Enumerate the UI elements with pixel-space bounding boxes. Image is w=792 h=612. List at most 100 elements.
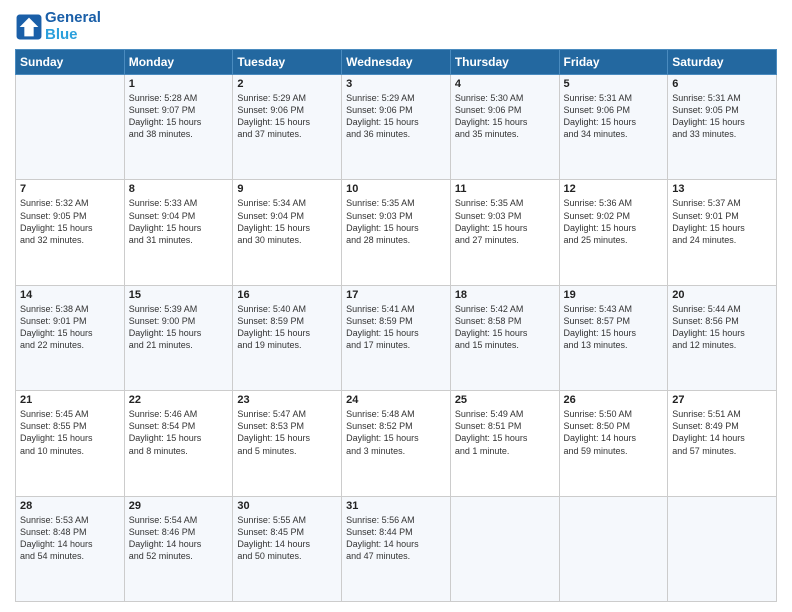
cell-text: Sunrise: 5:53 AM Sunset: 8:48 PM Dayligh… (20, 514, 120, 563)
calendar-cell: 7 Sunrise: 5:32 AM Sunset: 9:05 PM Daylig… (16, 180, 125, 285)
calendar-cell: 18 Sunrise: 5:42 AM Sunset: 8:58 PM Dayli… (450, 285, 559, 390)
cell-text: Sunrise: 5:51 AM Sunset: 8:49 PM Dayligh… (672, 408, 772, 457)
calendar-cell: 9 Sunrise: 5:34 AM Sunset: 9:04 PM Daylig… (233, 180, 342, 285)
day-number: 26 (564, 394, 664, 406)
calendar-cell: 8 Sunrise: 5:33 AM Sunset: 9:04 PM Daylig… (124, 180, 233, 285)
day-number: 4 (455, 78, 555, 90)
calendar-cell: 27 Sunrise: 5:51 AM Sunset: 8:49 PM Dayli… (668, 391, 777, 496)
cell-text: Sunrise: 5:40 AM Sunset: 8:59 PM Dayligh… (237, 303, 337, 352)
calendar-cell: 10 Sunrise: 5:35 AM Sunset: 9:03 PM Dayli… (342, 180, 451, 285)
calendar-cell: 25 Sunrise: 5:49 AM Sunset: 8:51 PM Dayli… (450, 391, 559, 496)
cell-text: Sunrise: 5:45 AM Sunset: 8:55 PM Dayligh… (20, 408, 120, 457)
calendar-cell: 31 Sunrise: 5:56 AM Sunset: 8:44 PM Dayli… (342, 496, 451, 601)
day-number: 20 (672, 289, 772, 301)
day-header-thursday: Thursday (450, 50, 559, 75)
calendar-cell (450, 496, 559, 601)
day-number: 11 (455, 183, 555, 195)
calendar-cell (668, 496, 777, 601)
calendar-cell (559, 496, 668, 601)
day-number: 31 (346, 500, 446, 512)
header: General Blue (15, 10, 777, 43)
day-header-wednesday: Wednesday (342, 50, 451, 75)
cell-text: Sunrise: 5:37 AM Sunset: 9:01 PM Dayligh… (672, 197, 772, 246)
cell-text: Sunrise: 5:39 AM Sunset: 9:00 PM Dayligh… (129, 303, 229, 352)
cell-text: Sunrise: 5:30 AM Sunset: 9:06 PM Dayligh… (455, 92, 555, 141)
cell-text: Sunrise: 5:42 AM Sunset: 8:58 PM Dayligh… (455, 303, 555, 352)
day-header-tuesday: Tuesday (233, 50, 342, 75)
day-number: 16 (237, 289, 337, 301)
day-number: 12 (564, 183, 664, 195)
day-number: 18 (455, 289, 555, 301)
day-number: 30 (237, 500, 337, 512)
calendar-cell: 29Sunrise: 5:54 AM Sunset: 8:46 PM Dayli… (124, 496, 233, 601)
day-number: 8 (129, 183, 229, 195)
calendar-cell: 24 Sunrise: 5:48 AM Sunset: 8:52 PM Dayli… (342, 391, 451, 496)
day-number: 22 (129, 394, 229, 406)
day-number: 23 (237, 394, 337, 406)
calendar-cell: 5 Sunrise: 5:31 AM Sunset: 9:06 PM Daylig… (559, 75, 668, 180)
calendar-cell (16, 75, 125, 180)
cell-text: Sunrise: 5:35 AM Sunset: 9:03 PM Dayligh… (346, 197, 446, 246)
calendar-cell: 22Sunrise: 5:46 AM Sunset: 8:54 PM Dayli… (124, 391, 233, 496)
calendar-header-row: SundayMondayTuesdayWednesdayThursdayFrid… (16, 50, 777, 75)
day-number: 28 (20, 500, 120, 512)
calendar-cell: 1Sunrise: 5:28 AM Sunset: 9:07 PM Daylig… (124, 75, 233, 180)
calendar-week-1: 1Sunrise: 5:28 AM Sunset: 9:07 PM Daylig… (16, 75, 777, 180)
day-number: 25 (455, 394, 555, 406)
cell-text: Sunrise: 5:54 AM Sunset: 8:46 PM Dayligh… (129, 514, 229, 563)
logo-text: General Blue (45, 10, 101, 43)
day-number: 24 (346, 394, 446, 406)
calendar-cell: 15 Sunrise: 5:39 AM Sunset: 9:00 PM Dayli… (124, 285, 233, 390)
cell-text: Sunrise: 5:32 AM Sunset: 9:05 PM Dayligh… (20, 197, 120, 246)
day-number: 17 (346, 289, 446, 301)
day-number: 10 (346, 183, 446, 195)
day-header-sunday: Sunday (16, 50, 125, 75)
calendar-cell: 28 Sunrise: 5:53 AM Sunset: 8:48 PM Dayli… (16, 496, 125, 601)
calendar-cell: 17 Sunrise: 5:41 AM Sunset: 8:59 PM Dayli… (342, 285, 451, 390)
cell-text: Sunrise: 5:36 AM Sunset: 9:02 PM Dayligh… (564, 197, 664, 246)
logo: General Blue (15, 10, 101, 43)
cell-text: Sunrise: 5:31 AM Sunset: 9:05 PM Dayligh… (672, 92, 772, 141)
calendar-week-5: 28 Sunrise: 5:53 AM Sunset: 8:48 PM Dayli… (16, 496, 777, 601)
cell-text: Sunrise: 5:35 AM Sunset: 9:03 PM Dayligh… (455, 197, 555, 246)
cell-text: Sunrise: 5:47 AM Sunset: 8:53 PM Dayligh… (237, 408, 337, 457)
cell-text: Sunrise: 5:56 AM Sunset: 8:44 PM Dayligh… (346, 514, 446, 563)
cell-text: Sunrise: 5:44 AM Sunset: 8:56 PM Dayligh… (672, 303, 772, 352)
day-number: 15 (129, 289, 229, 301)
day-number: 6 (672, 78, 772, 90)
day-number: 13 (672, 183, 772, 195)
calendar-cell: 11 Sunrise: 5:35 AM Sunset: 9:03 PM Dayli… (450, 180, 559, 285)
calendar-cell: 13 Sunrise: 5:37 AM Sunset: 9:01 PM Dayli… (668, 180, 777, 285)
day-number: 9 (237, 183, 337, 195)
day-number: 3 (346, 78, 446, 90)
calendar-cell: 30Sunrise: 5:55 AM Sunset: 8:45 PM Dayli… (233, 496, 342, 601)
day-number: 2 (237, 78, 337, 90)
cell-text: Sunrise: 5:38 AM Sunset: 9:01 PM Dayligh… (20, 303, 120, 352)
calendar-cell: 23 Sunrise: 5:47 AM Sunset: 8:53 PM Dayli… (233, 391, 342, 496)
day-number: 14 (20, 289, 120, 301)
cell-text: Sunrise: 5:43 AM Sunset: 8:57 PM Dayligh… (564, 303, 664, 352)
day-number: 5 (564, 78, 664, 90)
calendar-cell: 20 Sunrise: 5:44 AM Sunset: 8:56 PM Dayli… (668, 285, 777, 390)
calendar-week-2: 7 Sunrise: 5:32 AM Sunset: 9:05 PM Daylig… (16, 180, 777, 285)
cell-text: Sunrise: 5:34 AM Sunset: 9:04 PM Dayligh… (237, 197, 337, 246)
day-header-monday: Monday (124, 50, 233, 75)
cell-text: Sunrise: 5:48 AM Sunset: 8:52 PM Dayligh… (346, 408, 446, 457)
calendar-cell: 16 Sunrise: 5:40 AM Sunset: 8:59 PM Dayli… (233, 285, 342, 390)
cell-text: Sunrise: 5:41 AM Sunset: 8:59 PM Dayligh… (346, 303, 446, 352)
cell-text: Sunrise: 5:49 AM Sunset: 8:51 PM Dayligh… (455, 408, 555, 457)
calendar-table: SundayMondayTuesdayWednesdayThursdayFrid… (15, 49, 777, 602)
logo-icon (15, 13, 43, 41)
calendar-cell: 14 Sunrise: 5:38 AM Sunset: 9:01 PM Dayli… (16, 285, 125, 390)
day-number: 7 (20, 183, 120, 195)
calendar-cell: 26 Sunrise: 5:50 AM Sunset: 8:50 PM Dayli… (559, 391, 668, 496)
cell-text: Sunrise: 5:50 AM Sunset: 8:50 PM Dayligh… (564, 408, 664, 457)
day-header-saturday: Saturday (668, 50, 777, 75)
cell-text: Sunrise: 5:33 AM Sunset: 9:04 PM Dayligh… (129, 197, 229, 246)
calendar-cell: 6 Sunrise: 5:31 AM Sunset: 9:05 PM Daylig… (668, 75, 777, 180)
day-number: 27 (672, 394, 772, 406)
calendar-cell: 19Sunrise: 5:43 AM Sunset: 8:57 PM Dayli… (559, 285, 668, 390)
cell-text: Sunrise: 5:31 AM Sunset: 9:06 PM Dayligh… (564, 92, 664, 141)
calendar-cell: 12 Sunrise: 5:36 AM Sunset: 9:02 PM Dayli… (559, 180, 668, 285)
cell-text: Sunrise: 5:28 AM Sunset: 9:07 PM Dayligh… (129, 92, 229, 141)
